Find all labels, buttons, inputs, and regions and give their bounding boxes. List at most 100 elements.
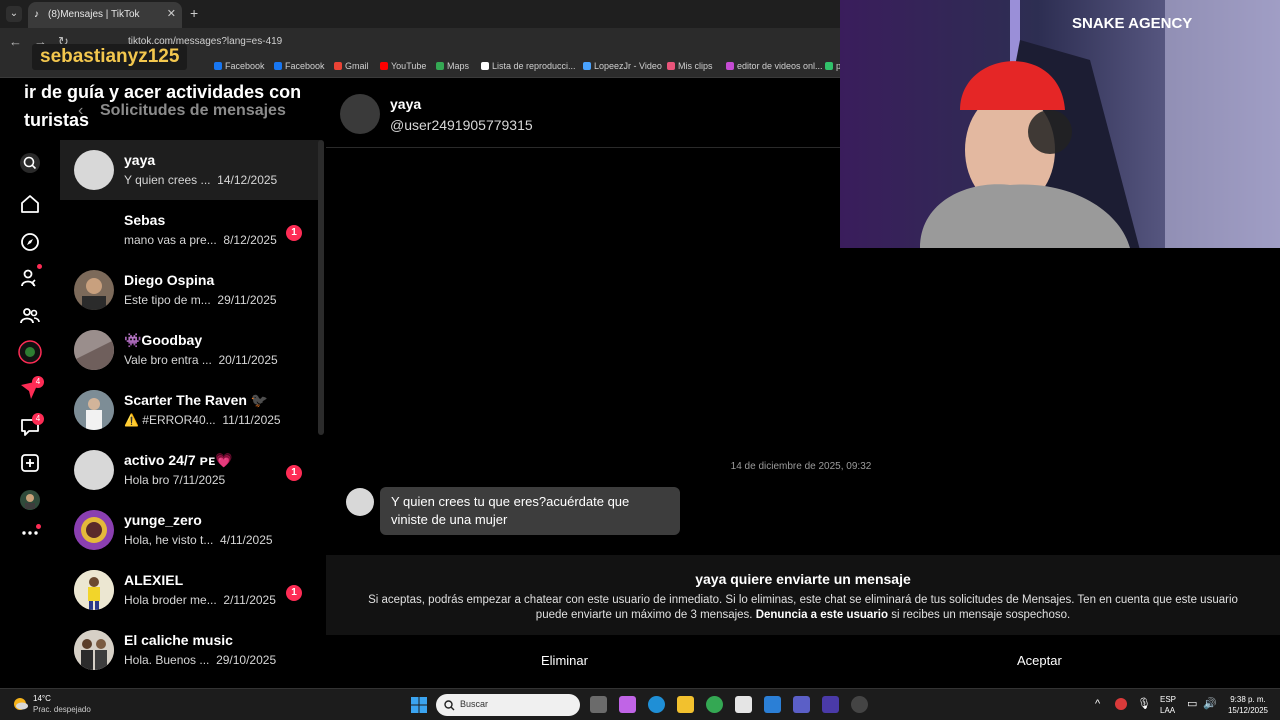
conversation-scrollbar[interactable] [318,140,324,435]
bookmark-item[interactable]: Facebook [274,61,325,71]
conversation-item[interactable]: yunge_zero Hola, he visto t... 4/11/2025 [60,500,320,560]
search-placeholder: Buscar [460,699,489,709]
conversation-preview: Vale bro entra ... 20/11/2025 [124,353,278,367]
weather-description[interactable]: Prac. despejado [33,705,91,714]
request-description: Si aceptas, podrás empezar a chatear con… [368,594,1238,621]
report-user-link[interactable]: Denuncia a este usuario [756,609,888,621]
clock-date[interactable]: 15/12/2025 [1226,706,1270,715]
chrome-icon[interactable] [706,696,723,713]
weather-icon[interactable] [12,696,28,712]
editor-icon [726,62,734,70]
conversation-preview: Este tipo de m... 29/11/2025 [124,293,277,307]
windows-taskbar: 14°C Prac. despejado Buscar ^ 🎙 ESP LAA … [0,688,1280,720]
avatar [74,210,114,250]
bookmark-item[interactable]: Mis clips [667,61,713,71]
facebook-icon [274,62,282,70]
tray-app-icon[interactable] [1115,698,1127,710]
stream-caption: ir de guía y acer actividades con turist… [24,82,302,130]
avatar [74,150,114,190]
message-bubble: Y quien crees tu que eres?acuérdate que … [380,487,680,535]
youtube-icon [380,62,388,70]
message-request-panel: yaya quiere enviarte un mensaje Si acept… [326,555,1280,635]
language-indicator[interactable]: ESP [1160,695,1176,704]
conversation-name: Diego Ospina [124,272,215,288]
following-icon[interactable] [18,266,42,290]
chevron-up-icon[interactable]: ^ [1095,698,1100,710]
store-icon[interactable] [735,696,752,713]
network-icon[interactable]: ▭ [1187,697,1197,710]
copilot-icon[interactable] [619,696,636,713]
clips-icon [667,62,675,70]
conversation-preview: Hola broder me... 2/11/2025 [124,593,276,607]
tab-search-button[interactable]: ⌄ [6,6,22,22]
avatar[interactable] [346,488,374,516]
taskbar-search[interactable]: Buscar [436,694,580,716]
px-icon [825,62,833,70]
conversation-item[interactable]: Sebas mano vas a pre... 8/12/2025 1 [60,200,320,260]
conversation-item[interactable]: Scarter The Raven 🐦‍⬛ ⚠️ #ERROR40... 11/… [60,380,320,440]
live-icon[interactable] [18,340,42,364]
bookmark-item[interactable]: YouTube [380,61,426,71]
editor-icon[interactable] [822,696,839,713]
home-icon[interactable] [18,192,42,216]
chat-user-name[interactable]: yaya [390,96,421,112]
keyboard-layout[interactable]: LAA [1160,706,1175,715]
friends-icon[interactable] [18,304,42,328]
conversation-item[interactable]: yaya Y quien crees ... 14/12/2025 [60,140,320,200]
notification-dot [37,264,42,269]
conversation-item[interactable]: ALEXIEL Hola broder me... 2/11/2025 1 [60,560,320,620]
conversation-name: yaya [124,152,156,168]
conversation-item[interactable]: Diego Ospina Este tipo de m... 29/11/202… [60,260,320,320]
nav-rail: 4 4 [0,138,60,688]
divider [326,147,840,148]
conversation-name: ALEXIEL [124,572,184,588]
profile-avatar[interactable] [18,488,42,512]
volume-icon[interactable]: 🔊 [1203,697,1217,710]
mail-icon[interactable] [764,696,781,713]
upload-icon[interactable] [18,451,42,475]
avatar [74,510,114,550]
tab-title: (8)Mensajes | TikTok [48,9,140,20]
bookmark-item[interactable]: Gmail [334,61,369,71]
search-icon[interactable] [18,151,42,175]
conversation-preview: Hola. Buenos ... 29/10/2025 [124,653,277,667]
teams-icon[interactable] [793,696,810,713]
weather-temperature[interactable]: 14°C [33,694,51,703]
microphone-icon[interactable]: 🎙 [1137,697,1151,710]
conversation-item[interactable]: 👾Goodbay Vale bro entra ... 20/11/2025 [60,320,320,380]
accept-button[interactable]: Aceptar [1017,653,1062,668]
bookmark-item[interactable]: editor de videos onl... [726,61,823,71]
request-title: yaya quiere enviarte un mensaje [695,571,911,587]
bookmark-item[interactable]: Maps [436,61,469,71]
browser-tab[interactable]: ♪ (8)Mensajes | TikTok ✕ [28,2,182,28]
tiktok-icon: ♪ [34,9,39,20]
clock-time[interactable]: 9:38 p. m. [1226,695,1270,704]
close-icon[interactable]: ✕ [167,7,176,20]
bookmark-item[interactable]: Lista de reproducci... [481,61,576,71]
explore-icon[interactable] [18,230,42,254]
webcam-image: SNAKE AGENCY [840,0,1280,248]
search-icon [444,700,455,711]
conversation-name: yunge_zero [124,512,202,528]
chat-user-handle[interactable]: @user2491905779315 [390,117,533,133]
obs-icon[interactable] [851,696,868,713]
conversation-preview: ⚠️ #ERROR40... 11/11/2025 [124,413,281,427]
conversation-list: yaya Y quien crees ... 14/12/2025 Sebas … [60,140,320,690]
new-tab-button[interactable]: + [190,5,198,21]
back-icon[interactable]: ← [9,34,22,49]
bookmark-item[interactable]: Facebook [214,61,265,71]
avatar[interactable] [340,94,380,134]
delete-button[interactable]: Eliminar [541,653,588,668]
task-view-icon[interactable] [590,696,607,713]
tiktok-icon [481,62,489,70]
bookmark-item[interactable]: LopeezJr - Video [583,61,662,71]
avatar [74,270,114,310]
file-explorer-icon[interactable] [677,696,694,713]
conversation-name: activo 24/7 ᴘᴇ💗 [124,452,233,468]
edge-icon[interactable] [648,696,665,713]
conversation-item[interactable]: El caliche music Hola. Buenos ... 29/10/… [60,620,320,680]
conversation-item[interactable]: activo 24/7 ᴘᴇ💗 Hola bro 7/11/2025 1 [60,440,320,500]
gmail-icon [334,62,342,70]
windows-start-icon[interactable] [411,697,427,713]
conversation-name: Sebas [124,212,166,228]
